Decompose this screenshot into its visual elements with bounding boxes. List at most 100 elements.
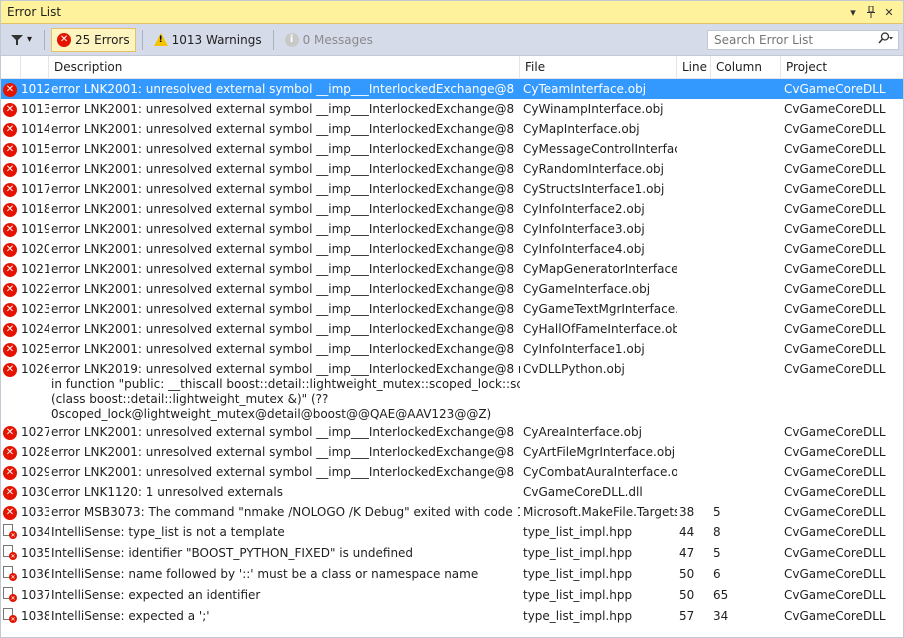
row-icon-cell: ✕ <box>1 159 21 177</box>
messages-toggle-button[interactable]: i 0 Messages <box>280 29 378 51</box>
row-line <box>677 79 711 82</box>
column-header-description[interactable]: Description <box>49 56 520 78</box>
search-icon[interactable] <box>878 32 894 47</box>
row-column <box>711 359 781 362</box>
row-icon-cell: ✕ <box>1 319 21 337</box>
table-row[interactable]: ✕ 1027 error LNK2001: unresolved external … <box>1 422 903 442</box>
table-row[interactable]: ✕ 1016 error LNK2001: unresolved external … <box>1 159 903 179</box>
row-file: CyAreaInterface.obj <box>523 425 642 439</box>
row-project: CvGameCoreDLL <box>784 425 886 439</box>
table-row[interactable]: ✕ 1036 IntelliSense: name followed by '::'… <box>1 564 903 585</box>
row-description: IntelliSense: expected a ';' <box>49 606 520 624</box>
table-row[interactable]: ✕ 1025 error LNK2001: unresolved external … <box>1 339 903 359</box>
column-header-line[interactable]: Line <box>677 56 711 78</box>
row-project: CvGameCoreDLL <box>784 242 886 256</box>
row-column <box>711 339 781 342</box>
row-icon-cell: ✕ <box>1 279 21 297</box>
row-project: CvGameCoreDLL <box>784 162 886 176</box>
column-header-file[interactable]: File <box>520 56 677 78</box>
row-line <box>677 462 711 465</box>
row-description: error LNK2001: unresolved external symbo… <box>49 199 520 217</box>
row-file: CyMapInterface.obj <box>523 122 640 136</box>
error-icon: ✕ <box>3 143 17 157</box>
column-header-project[interactable]: Project <box>781 56 901 78</box>
pin-icon[interactable] <box>863 4 879 20</box>
table-row[interactable]: ✕ 1026 error LNK2019: unresolved external … <box>1 359 903 422</box>
table-row[interactable]: ✕ 1033 error MSB3073: The command "nmake /… <box>1 502 903 522</box>
row-description: IntelliSense: expected an identifier <box>49 585 520 603</box>
error-icon: ✕ <box>3 486 17 500</box>
close-icon[interactable]: ✕ <box>881 4 897 20</box>
row-project: CvGameCoreDLL <box>784 546 886 560</box>
error-icon: ✕ <box>3 283 17 297</box>
error-icon: ✕ <box>3 446 17 460</box>
intellisense-error-icon: ✕ <box>3 524 17 539</box>
table-row[interactable]: ✕ 1020 error LNK2001: unresolved external … <box>1 239 903 259</box>
description-line: 0scoped_lock@lightweight_mutex@detail@bo… <box>51 407 492 421</box>
row-icon-cell: ✕ <box>1 139 21 157</box>
row-file: CyInfoInterface2.obj <box>523 202 645 216</box>
row-line <box>677 99 711 102</box>
row-file: CyRandomInterface.obj <box>523 162 664 176</box>
row-number: 1014 <box>21 122 49 136</box>
intellisense-error-icon: ✕ <box>3 608 17 623</box>
row-file: CyInfoInterface4.obj <box>523 242 645 256</box>
search-box[interactable] <box>707 29 899 50</box>
column-header-number[interactable] <box>21 56 49 78</box>
row-description: error LNK2001: unresolved external symbo… <box>49 339 520 357</box>
table-row[interactable]: ✕ 1038 IntelliSense: expected a ';' type_li… <box>1 606 903 627</box>
table-row[interactable]: ✕ 1015 error LNK2001: unresolved external … <box>1 139 903 159</box>
table-row[interactable]: ✕ 1030 error LNK1120: 1 unresolved externa… <box>1 482 903 502</box>
table-row[interactable]: ✕ 1034 IntelliSense: type_list is not a te… <box>1 522 903 543</box>
row-column <box>711 239 781 242</box>
filter-button[interactable]: ▾ <box>5 29 38 51</box>
description-line: IntelliSense: type_list is not a templat… <box>51 525 285 539</box>
row-project: CvGameCoreDLL <box>784 505 886 519</box>
errors-toggle-button[interactable]: ✕ 25 Errors <box>51 27 136 52</box>
table-row[interactable]: ✕ 1012 error LNK2001: unresolved external … <box>1 79 903 99</box>
row-icon-cell: ✕ <box>1 99 21 117</box>
description-line: error LNK2001: unresolved external symbo… <box>51 162 515 176</box>
row-description: error LNK2001: unresolved external symbo… <box>49 259 520 277</box>
description-line: error LNK2001: unresolved external symbo… <box>51 445 515 459</box>
toolbar-separator <box>44 29 46 50</box>
table-row[interactable]: ✕ 1035 IntelliSense: identifier "BOOST_PYT… <box>1 543 903 564</box>
table-row[interactable]: ✕ 1017 error LNK2001: unresolved external … <box>1 179 903 199</box>
row-icon-cell: ✕ <box>1 482 21 500</box>
row-project: CvGameCoreDLL <box>784 142 886 156</box>
column-header-column[interactable]: Column <box>711 56 781 78</box>
description-line: error LNK2001: unresolved external symbo… <box>51 122 515 136</box>
table-row[interactable]: ✕ 1024 error LNK2001: unresolved external … <box>1 319 903 339</box>
row-number: 1020 <box>21 242 49 256</box>
error-icon: ✕ <box>3 203 17 217</box>
row-description: error MSB3073: The command "nmake /NOLOG… <box>49 502 520 520</box>
row-column: 5 <box>713 505 721 519</box>
warnings-toggle-button[interactable]: ! 1013 Warnings <box>149 29 267 51</box>
table-row[interactable]: ✕ 1029 error LNK2001: unresolved external … <box>1 462 903 482</box>
table-row[interactable]: ✕ 1021 error LNK2001: unresolved external … <box>1 259 903 279</box>
table-row[interactable]: ✕ 1014 error LNK2001: unresolved external … <box>1 119 903 139</box>
row-description: error LNK2001: unresolved external symbo… <box>49 119 520 137</box>
table-row[interactable]: ✕ 1018 error LNK2001: unresolved external … <box>1 199 903 219</box>
table-row[interactable]: ✕ 1022 error LNK2001: unresolved external … <box>1 279 903 299</box>
error-icon: ✕ <box>3 183 17 197</box>
column-header-icon[interactable] <box>1 56 21 78</box>
table-row[interactable]: ✕ 1023 error LNK2001: unresolved external … <box>1 299 903 319</box>
row-line <box>677 299 711 302</box>
row-column: 6 <box>713 567 721 581</box>
table-row[interactable]: ✕ 1013 error LNK2001: unresolved external … <box>1 99 903 119</box>
intellisense-error-icon: ✕ <box>3 545 17 560</box>
row-file: CyTeamInterface.obj <box>523 82 647 96</box>
row-number: 1034 <box>21 525 49 539</box>
window-dropdown-icon[interactable]: ▾ <box>845 4 861 20</box>
table-row[interactable]: ✕ 1019 error LNK2001: unresolved external … <box>1 219 903 239</box>
row-project: CvGameCoreDLL <box>784 102 886 116</box>
row-number: 1029 <box>21 465 49 479</box>
row-project: CvGameCoreDLL <box>784 445 886 459</box>
search-input[interactable] <box>712 31 878 48</box>
row-line <box>677 219 711 222</box>
row-file: CyInfoInterface1.obj <box>523 342 645 356</box>
error-icon: ✕ <box>3 343 17 357</box>
table-row[interactable]: ✕ 1037 IntelliSense: expected an identifie… <box>1 585 903 606</box>
table-row[interactable]: ✕ 1028 error LNK2001: unresolved external … <box>1 442 903 462</box>
